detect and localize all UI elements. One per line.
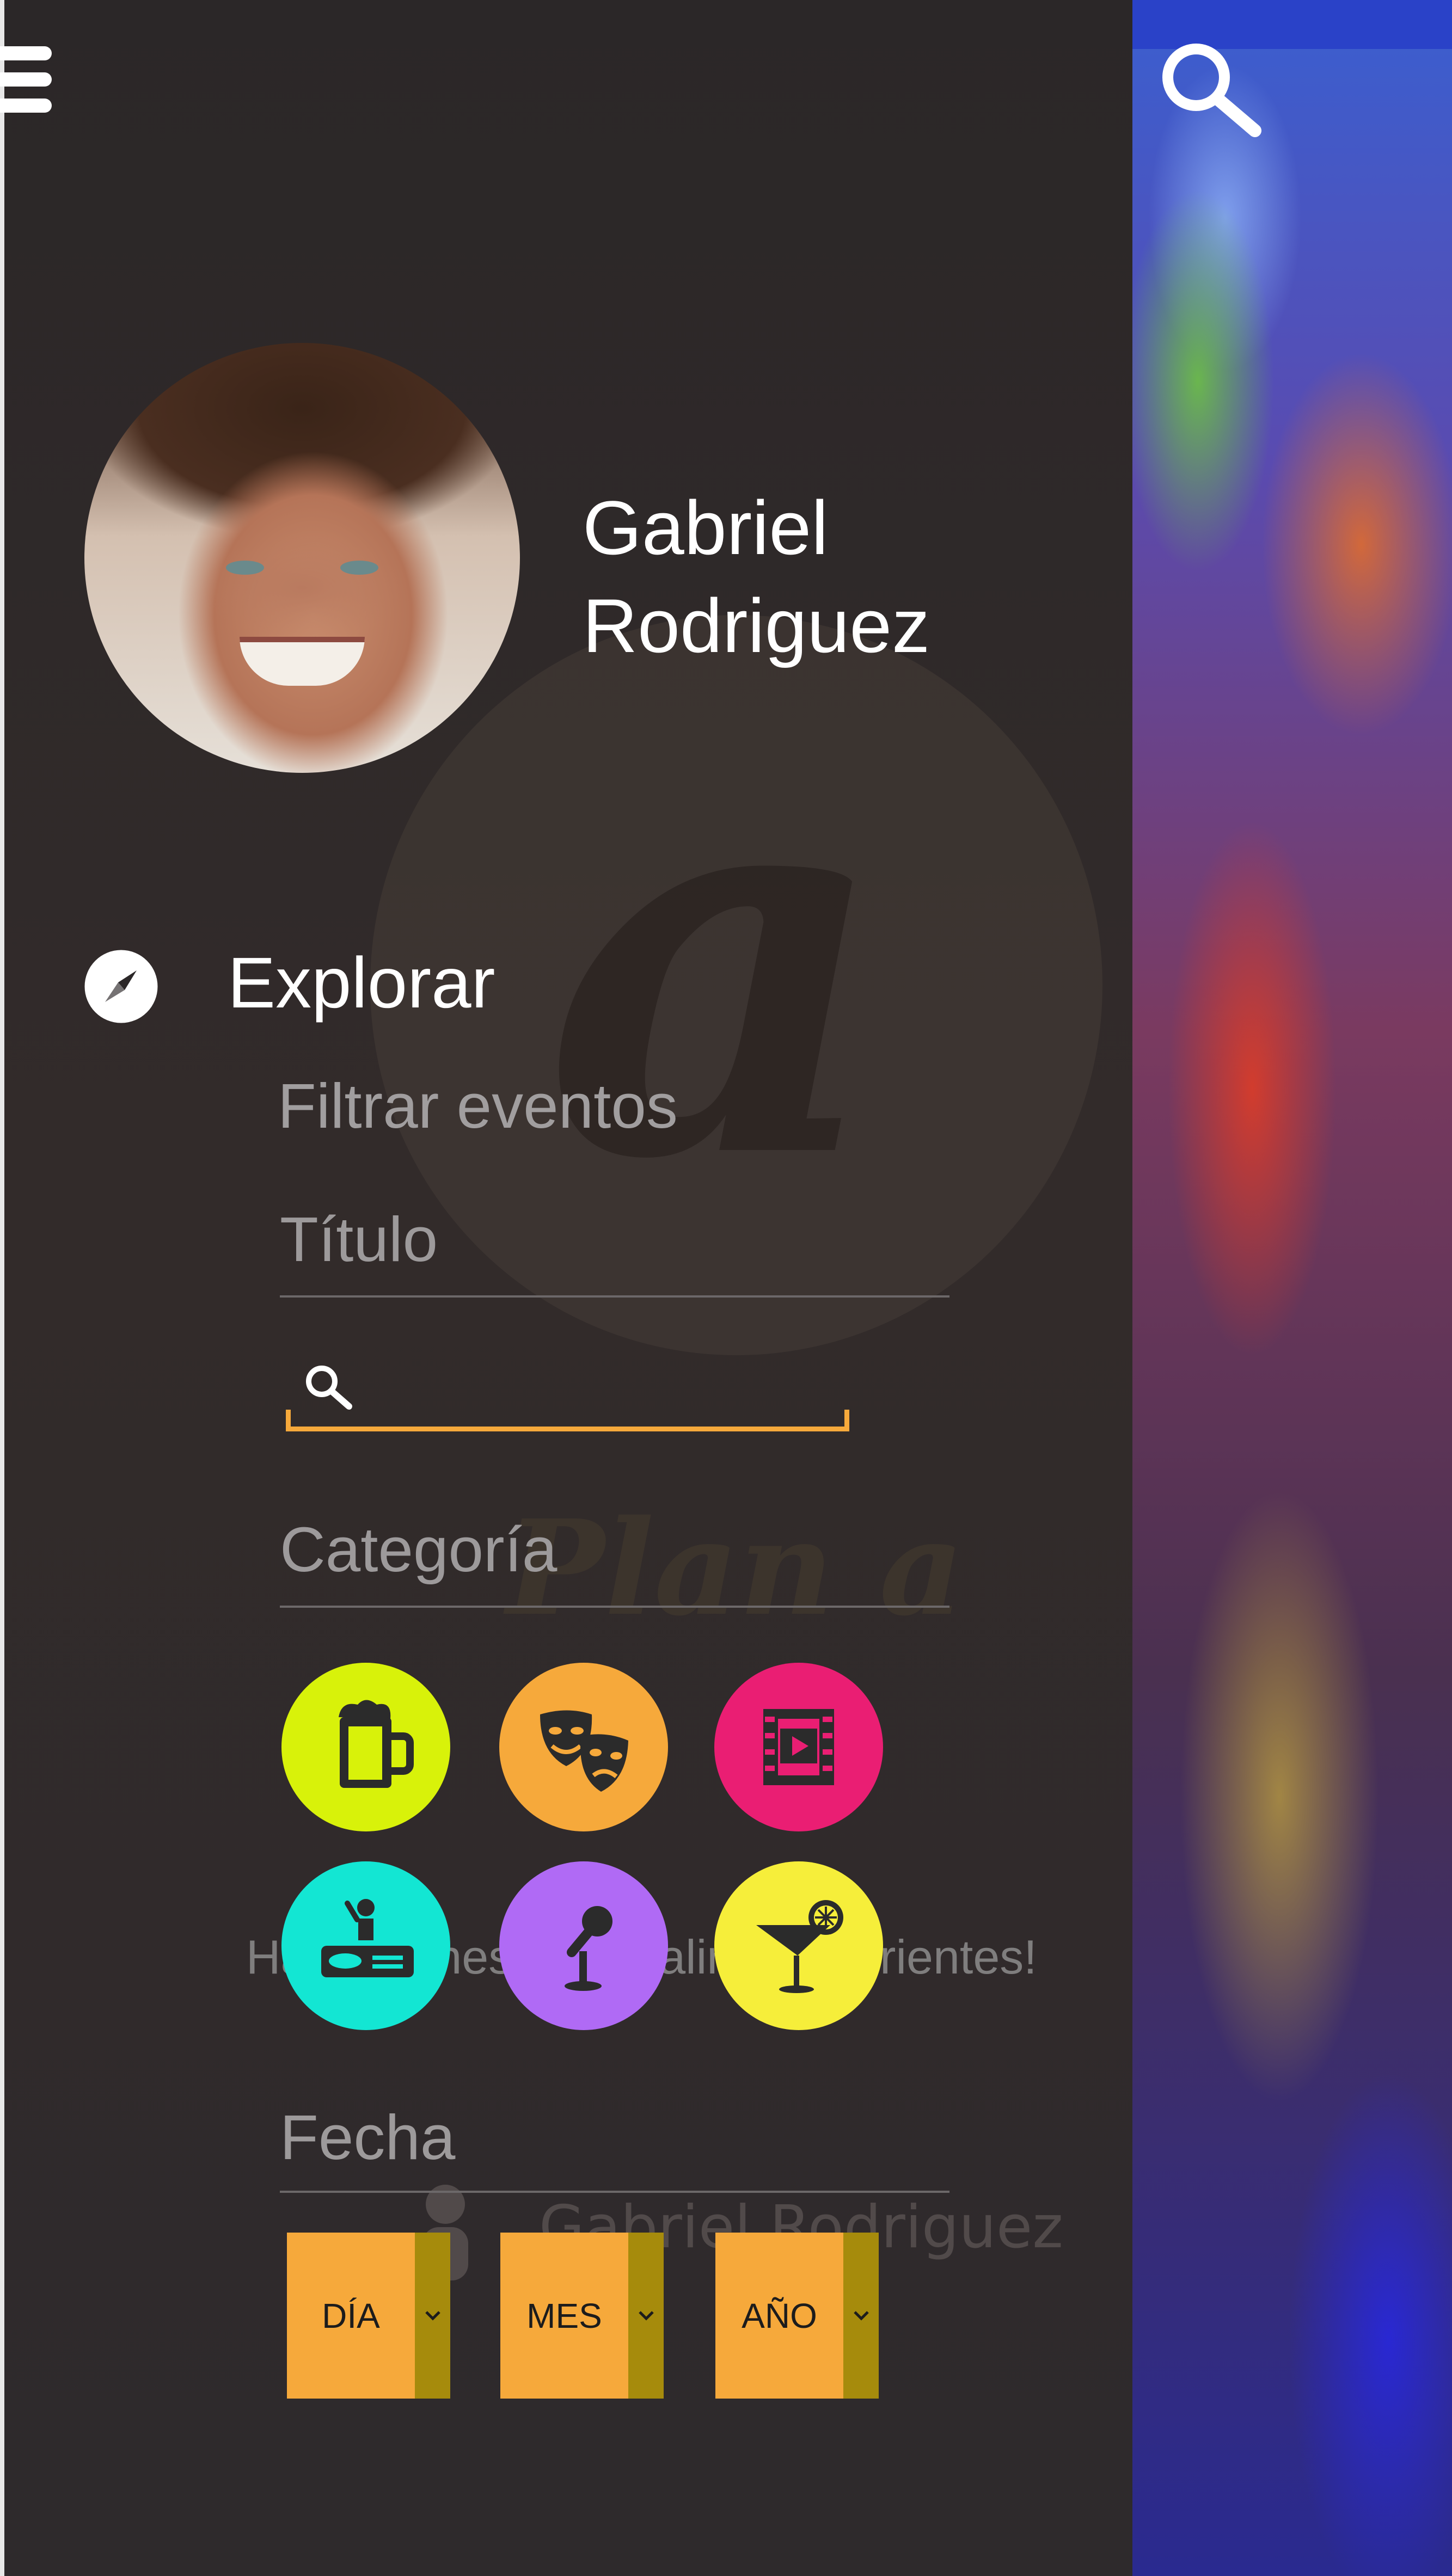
hamburger-icon[interactable] <box>0 46 52 133</box>
search-field-icon <box>306 1366 352 1410</box>
user-name: Gabriel Rodriguez <box>583 485 930 668</box>
title-section-label: Título <box>280 1204 438 1275</box>
date-year-label: AÑO <box>742 2296 817 2335</box>
category-beer-button[interactable] <box>281 1663 450 1831</box>
search-icon[interactable] <box>1157 38 1266 147</box>
chevron-down-icon <box>628 2233 664 2399</box>
avatar[interactable] <box>84 343 520 773</box>
background-logo-letter: a <box>544 650 890 1276</box>
title-section-divider <box>280 1295 949 1298</box>
filter-events-title: Filtrar eventos <box>278 1071 678 1141</box>
compass-icon <box>84 950 158 1023</box>
film-icon <box>763 1709 834 1785</box>
title-search-field[interactable] <box>286 1350 849 1431</box>
category-microphone-button[interactable] <box>499 1861 668 2030</box>
category-section-label: Categoría <box>280 1514 557 1585</box>
cocktail-icon <box>756 1900 843 1993</box>
microphone-icon <box>565 1906 612 1991</box>
category-cocktail-button[interactable] <box>714 1861 883 2030</box>
category-section-divider <box>280 1606 949 1608</box>
category-theater-button[interactable] <box>499 1663 668 1831</box>
date-day-select[interactable]: DÍA <box>287 2233 450 2399</box>
chevron-down-icon <box>843 2233 879 2399</box>
chevron-down-icon <box>415 2233 450 2399</box>
theater-masks-icon <box>540 1710 628 1792</box>
date-day-label: DÍA <box>322 2296 380 2335</box>
background-logo-text: Plan a <box>506 1491 964 1645</box>
drawer-edge <box>0 0 4 2576</box>
date-month-select[interactable]: MES <box>500 2233 664 2399</box>
date-month-label: MES <box>526 2296 602 2335</box>
category-film-button[interactable] <box>714 1663 883 1831</box>
date-year-select[interactable]: AÑO <box>715 2233 879 2399</box>
nav-item-explorar[interactable]: Explorar <box>228 942 495 1024</box>
category-dj-button[interactable] <box>281 1861 450 2030</box>
date-section-divider <box>280 2191 949 2193</box>
date-section-label: Fecha <box>280 2102 456 2173</box>
title-search-input[interactable] <box>357 1361 836 1421</box>
dj-icon <box>321 1899 414 1977</box>
beer-icon <box>339 1700 414 1788</box>
